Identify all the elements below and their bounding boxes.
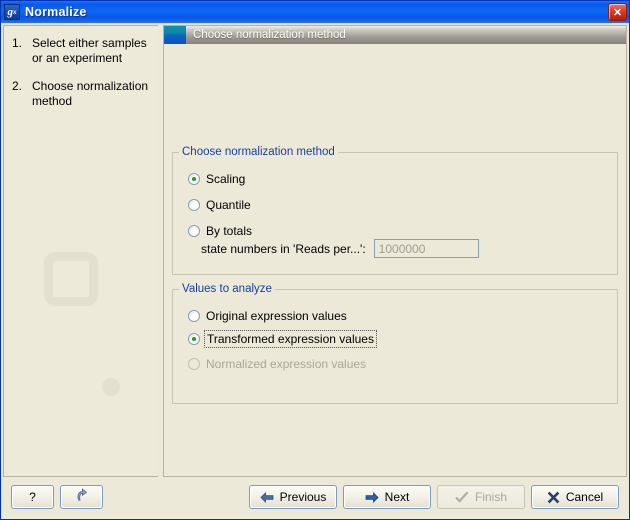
radio-transformed-expression-values[interactable]: Transformed expression values xyxy=(188,330,377,348)
checkmark-icon xyxy=(455,491,469,503)
radio-label: Scaling xyxy=(206,172,246,186)
radio-label: Normalized expression values xyxy=(206,357,367,371)
application-gx-icon: gx xyxy=(4,4,20,20)
radio-label: By totals xyxy=(206,224,253,238)
group-title: Values to analyze xyxy=(179,283,275,295)
finish-label: Finish xyxy=(474,490,507,504)
radio-indicator-icon[interactable] xyxy=(188,199,200,211)
help-button[interactable]: ? xyxy=(11,485,54,509)
title-bar: gx Normalize ✕ xyxy=(1,1,629,23)
step-label: Choose normalization method xyxy=(32,79,149,108)
dialog-columns: 1. Select either samples or an experimen… xyxy=(3,25,627,477)
cancel-button[interactable]: Cancel xyxy=(531,485,619,509)
dialog-body: 1. Select either samples or an experimen… xyxy=(1,23,629,519)
radio-label: Transformed expression values xyxy=(204,330,377,348)
x-mark-icon xyxy=(547,491,560,504)
previous-button[interactable]: Previous xyxy=(249,485,337,509)
normalize-dialog-window: gx Normalize ✕ 1. Select either samples … xyxy=(0,0,630,520)
undo-arrow-icon xyxy=(74,488,89,506)
step-indicator-icon xyxy=(164,26,186,44)
radio-indicator-icon xyxy=(188,358,200,370)
radio-label: Quantile xyxy=(206,198,251,212)
step-header: Choose normalization method xyxy=(164,26,626,44)
step-content: Choose normalization method Scaling Quan… xyxy=(164,44,626,476)
group-values-to-analyze: Values to analyze Original expression va… xyxy=(172,283,618,404)
watermark-decoration xyxy=(4,246,158,476)
close-icon[interactable]: ✕ xyxy=(608,3,627,21)
dialog-button-bar: ? Previous Next Finish Cancel xyxy=(3,477,627,517)
cancel-label: Cancel xyxy=(565,490,604,504)
step-header-title: Choose normalization method xyxy=(186,26,626,44)
right-button-group: Previous Next Finish Cancel xyxy=(249,485,619,509)
reads-per-label: state numbers in 'Reads per...': xyxy=(201,241,366,256)
radio-indicator-icon[interactable] xyxy=(188,173,200,185)
left-button-group: ? xyxy=(11,485,103,509)
question-mark-icon: ? xyxy=(29,490,36,504)
radio-normalized-expression-values: Normalized expression values xyxy=(188,357,366,371)
sidebar-item-step-2[interactable]: 2. Choose normalization method xyxy=(12,79,150,109)
radio-indicator-icon[interactable] xyxy=(188,225,200,237)
radio-indicator-icon[interactable] xyxy=(188,310,200,322)
next-button[interactable]: Next xyxy=(343,485,431,509)
reads-per-field-row: state numbers in 'Reads per...': xyxy=(201,239,479,258)
radio-scaling[interactable]: Scaling xyxy=(188,172,245,186)
sidebar-item-step-1[interactable]: 1. Select either samples or an experimen… xyxy=(12,36,150,66)
wizard-steps-list: 1. Select either samples or an experimen… xyxy=(4,26,158,109)
step-label: Select either samples or an experiment xyxy=(32,36,147,65)
arrow-right-icon xyxy=(365,491,379,503)
reset-button[interactable] xyxy=(60,485,103,509)
radio-label: Original expression values xyxy=(206,309,347,323)
radio-by-totals[interactable]: By totals xyxy=(188,224,252,238)
previous-label: Previous xyxy=(279,490,327,504)
wizard-main-panel: Choose normalization method Choose norma… xyxy=(163,25,627,477)
finish-button: Finish xyxy=(437,485,525,509)
step-number: 2. xyxy=(12,79,23,93)
group-title: Choose normalization method xyxy=(179,146,338,158)
radio-original-expression-values[interactable]: Original expression values xyxy=(188,309,347,323)
radio-indicator-icon[interactable] xyxy=(188,333,200,345)
next-label: Next xyxy=(384,490,410,504)
window-title: Normalize xyxy=(25,5,87,19)
radio-quantile[interactable]: Quantile xyxy=(188,198,251,212)
reads-per-input[interactable] xyxy=(373,239,479,258)
group-choose-normalization-method: Choose normalization method Scaling Quan… xyxy=(172,146,618,275)
wizard-steps-sidebar: 1. Select either samples or an experimen… xyxy=(3,25,158,477)
arrow-left-icon xyxy=(260,491,274,503)
step-number: 1. xyxy=(12,36,23,50)
